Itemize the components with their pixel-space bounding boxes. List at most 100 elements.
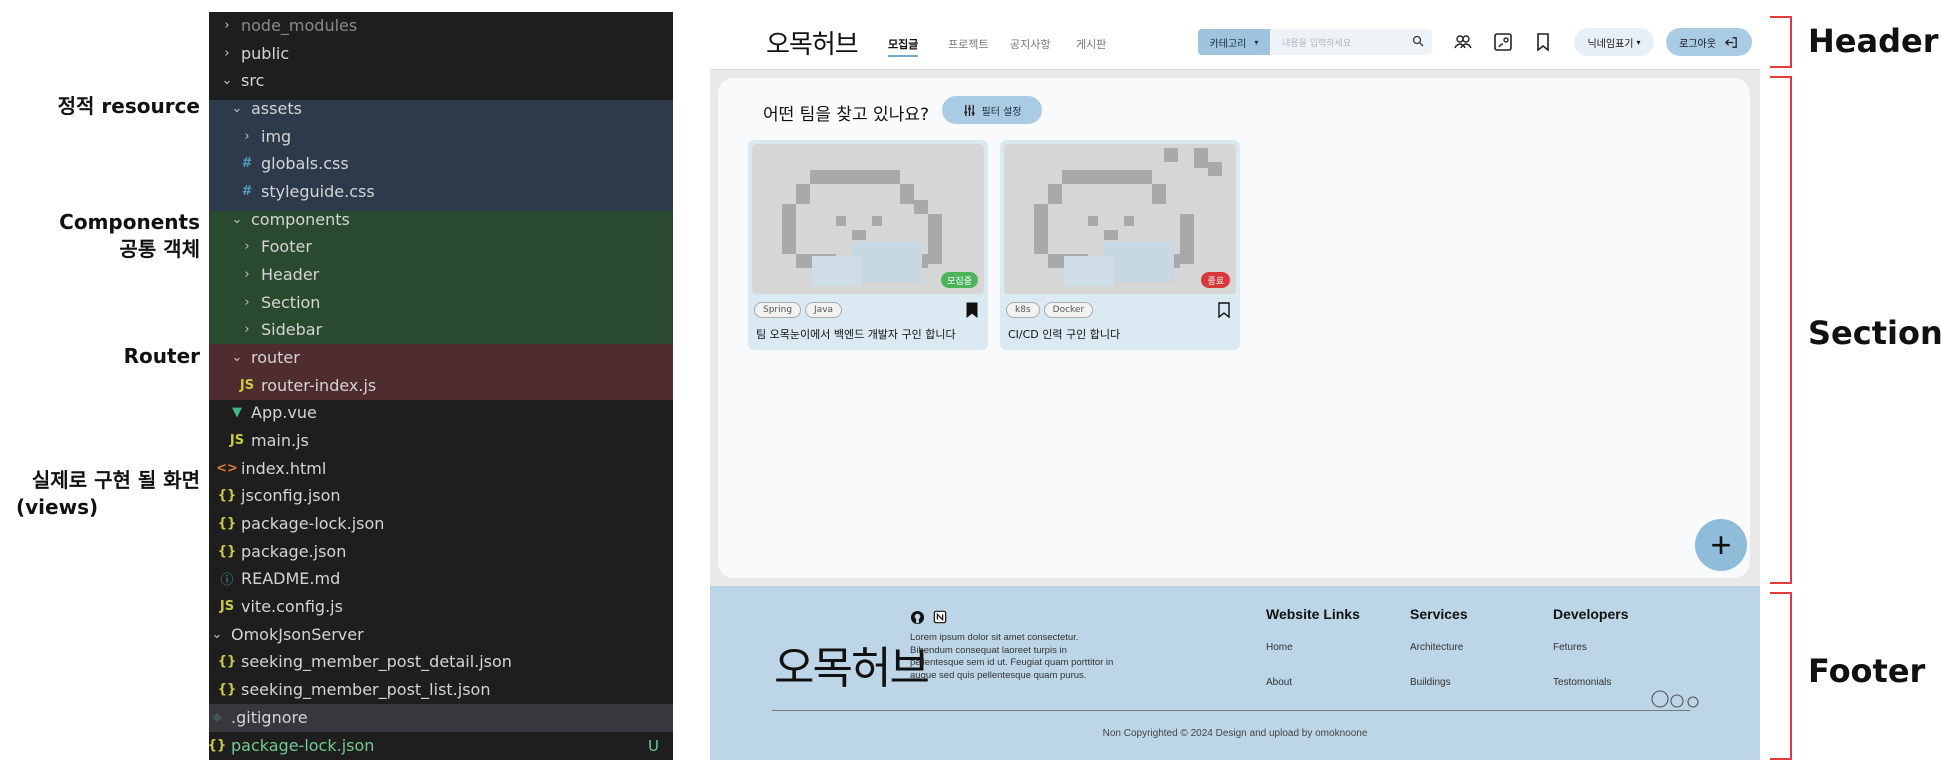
tree-item-readme[interactable]: ⓘ README.md bbox=[209, 565, 673, 593]
bookmark-outline-icon[interactable] bbox=[1218, 302, 1230, 318]
html-file-icon: <> bbox=[216, 461, 238, 477]
post-card[interactable]: 모집중 Spring Java 팀 오목눈이에서 백엔드 개발자 구인 합니다 bbox=[748, 140, 988, 350]
bracket-section bbox=[1770, 76, 1792, 584]
json-file-icon: {} bbox=[209, 738, 227, 754]
search-input[interactable]: 내용을 입력하세요 bbox=[1270, 29, 1432, 55]
app-preview: 오목허브 모집글 프로젝트 공지사항 게시판 카테고리 ▾ 내용을 입력하세요 닉… bbox=[710, 12, 1760, 760]
logout-button[interactable]: 로그아웃 bbox=[1666, 28, 1752, 56]
footer-link-testomonials[interactable]: Testomonials bbox=[1553, 677, 1628, 688]
nav-tab-project[interactable]: 프로젝트 bbox=[948, 36, 988, 52]
tree-item-assets[interactable]: ⌄ assets bbox=[209, 95, 673, 123]
tree-item-sidebar[interactable]: › Sidebar bbox=[209, 316, 673, 344]
app-header: 오목허브 모집글 프로젝트 공지사항 게시판 카테고리 ▾ 내용을 입력하세요 닉… bbox=[710, 12, 1760, 70]
tree-item-components[interactable]: ⌄ components bbox=[209, 206, 673, 234]
footer-link-fetures[interactable]: Fetures bbox=[1553, 642, 1628, 653]
tree-item-vite-config-js[interactable]: JS vite.config.js bbox=[209, 593, 673, 621]
annotation-router: Router bbox=[123, 344, 200, 368]
chevron-down-icon: ⌄ bbox=[231, 350, 243, 366]
footer-link-buildings[interactable]: Buildings bbox=[1410, 677, 1468, 688]
tree-item-package-json[interactable]: {} package.json bbox=[209, 538, 673, 566]
status-badge-recruiting: 모집중 bbox=[941, 272, 978, 288]
notion-icon[interactable] bbox=[933, 610, 947, 624]
tag-list: Spring Java bbox=[754, 302, 843, 318]
tree-item-main-js[interactable]: JS main.js bbox=[209, 427, 673, 455]
footer-column-website-links: Website Links Home About bbox=[1266, 606, 1360, 712]
chevron-right-icon: › bbox=[224, 46, 230, 62]
social-icons bbox=[910, 610, 947, 625]
chevron-down-icon: ⌄ bbox=[221, 73, 233, 89]
tree-item-img[interactable]: › img bbox=[209, 123, 673, 151]
app-footer: 오목허브 Lorem ipsum dolor sit amet consecte… bbox=[710, 586, 1760, 760]
tree-item-header[interactable]: › Header bbox=[209, 261, 673, 289]
git-icon: ◆ bbox=[212, 710, 222, 726]
footer-logo: 오목허브 bbox=[774, 643, 930, 694]
annotation-components-2: 공통 객체 bbox=[119, 237, 200, 261]
bookmark-filled-icon[interactable] bbox=[966, 302, 978, 318]
tag-chip[interactable]: k8s bbox=[1006, 302, 1040, 318]
tree-item-section[interactable]: › Section bbox=[209, 289, 673, 317]
json-file-icon: {} bbox=[217, 544, 237, 560]
nav-tab-board[interactable]: 게시판 bbox=[1076, 36, 1106, 52]
tree-item-styleguide-css[interactable]: # styleguide.css bbox=[209, 178, 673, 206]
app-logo[interactable]: 오목허브 bbox=[766, 24, 859, 61]
git-status-badge: U bbox=[648, 736, 659, 755]
json-file-icon: {} bbox=[217, 654, 237, 670]
github-icon[interactable] bbox=[910, 610, 925, 625]
tree-item-app-vue[interactable]: ▼ App.vue bbox=[209, 399, 673, 427]
css-file-icon: # bbox=[241, 156, 253, 172]
footer-link-about[interactable]: About bbox=[1266, 677, 1360, 688]
footer-description: Lorem ipsum dolor sit amet consectetur. … bbox=[910, 632, 1114, 681]
tree-item-omokjsonserver[interactable]: ⌄ OmokJsonServer bbox=[209, 621, 673, 649]
bracket-footer bbox=[1770, 592, 1792, 760]
tree-item-globals-css[interactable]: # globals.css bbox=[209, 150, 673, 178]
tree-item-public[interactable]: › public bbox=[209, 40, 673, 68]
footer-link-architecture[interactable]: Architecture bbox=[1410, 642, 1468, 653]
bird-family-illustration bbox=[1651, 690, 1699, 708]
tree-item-footer[interactable]: › Footer bbox=[209, 233, 673, 261]
vue-file-icon: ▼ bbox=[232, 405, 242, 421]
js-file-icon: JS bbox=[229, 433, 245, 449]
tag-chip[interactable]: Docker bbox=[1043, 302, 1094, 318]
screenshot-stage: 정적 resource Components 공통 객체 Router 실제로 … bbox=[0, 0, 1941, 773]
tree-item-index-html[interactable]: <> index.html bbox=[209, 455, 673, 483]
annotation-static-resource: 정적 resource bbox=[57, 94, 200, 118]
footer-link-home[interactable]: Home bbox=[1266, 642, 1360, 653]
tag-chip[interactable]: Spring bbox=[754, 302, 802, 318]
tree-item-node-modules[interactable]: › node_modules bbox=[209, 12, 673, 40]
nickname-dropdown[interactable]: 닉네임표기 ▾ bbox=[1574, 28, 1654, 56]
tag-chip[interactable]: Java bbox=[805, 302, 843, 318]
chevron-right-icon: › bbox=[224, 18, 230, 34]
footer-divider bbox=[772, 710, 1690, 711]
footer-column-title: Website Links bbox=[1266, 606, 1360, 622]
footer-copyright: Non Copyrighted © 2024 Design and upload… bbox=[1102, 728, 1368, 739]
team-icon[interactable] bbox=[1452, 31, 1474, 53]
tree-item-seeking-list-json[interactable]: {} seeking_member_post_list.json bbox=[209, 676, 673, 704]
search-icon[interactable] bbox=[1412, 35, 1424, 47]
annotation-footer: Footer bbox=[1808, 652, 1926, 690]
js-file-icon: JS bbox=[239, 378, 255, 394]
tree-item-router[interactable]: ⌄ router bbox=[209, 344, 673, 372]
css-file-icon: # bbox=[241, 184, 253, 200]
annotation-components-1: Components bbox=[59, 210, 200, 234]
tree-item-router-index-js[interactable]: JS router-index.js bbox=[209, 372, 673, 400]
tree-item-seeking-detail-json[interactable]: {} seeking_member_post_detail.json bbox=[209, 648, 673, 676]
add-post-button[interactable]: + bbox=[1695, 519, 1747, 571]
post-card[interactable]: 종료 k8s Docker CI/CD 인력 구인 합니다 bbox=[1000, 140, 1240, 350]
file-explorer: › node_modules › public ⌄ src ⌄ assets › img … bbox=[209, 12, 673, 760]
profile-card-icon[interactable] bbox=[1492, 31, 1514, 53]
category-dropdown[interactable]: 카테고리 ▾ bbox=[1198, 29, 1270, 55]
nav-tab-recruit[interactable]: 모집글 bbox=[888, 36, 919, 57]
post-title: 팀 오목눈이에서 백엔드 개발자 구인 합니다 bbox=[756, 328, 956, 341]
nav-tab-notice[interactable]: 공지사항 bbox=[1010, 36, 1050, 52]
json-file-icon: {} bbox=[217, 682, 237, 698]
bookmark-icon[interactable] bbox=[1532, 31, 1554, 53]
annotation-views-1: 실제로 구현 될 화면 bbox=[31, 468, 200, 492]
tree-item-gitignore[interactable]: ◆ .gitignore bbox=[209, 704, 673, 732]
tree-item-src[interactable]: ⌄ src bbox=[209, 67, 673, 95]
filter-settings-button[interactable]: 필터 설정 bbox=[942, 96, 1042, 124]
tree-item-package-lock-json-root[interactable]: {} package-lock.json U bbox=[209, 732, 673, 760]
chevron-right-icon: › bbox=[244, 267, 250, 283]
tree-item-jsconfig-json[interactable]: {} jsconfig.json bbox=[209, 482, 673, 510]
post-thumbnail bbox=[1004, 144, 1236, 294]
tree-item-package-lock-json[interactable]: {} package-lock.json bbox=[209, 510, 673, 538]
